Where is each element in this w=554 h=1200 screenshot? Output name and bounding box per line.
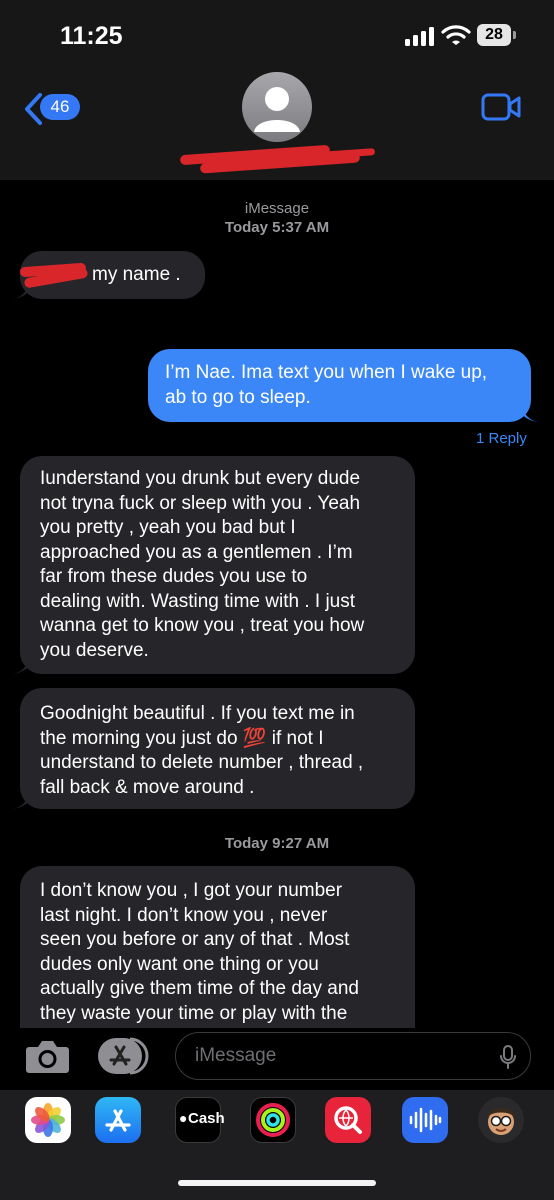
unread-count-badge[interactable]: 46 xyxy=(40,94,80,120)
message-input-placeholder: iMessage xyxy=(195,1045,277,1066)
reply-link[interactable]: 1 Reply xyxy=(476,430,527,447)
bubble-tail xyxy=(13,789,33,809)
apple-cash-icon[interactable]: ● Cash xyxy=(175,1097,225,1143)
message-line: wanna get to know you , treat you how xyxy=(40,615,365,636)
message-line: approached you as a gentlemen . I’m xyxy=(40,541,353,563)
hundred-points-emoji: 💯 xyxy=(242,727,267,749)
message-line: you deserve. xyxy=(40,639,149,661)
bubble-tail xyxy=(13,654,33,674)
search-images-icon[interactable] xyxy=(325,1097,371,1143)
memoji-icon[interactable] xyxy=(478,1097,524,1143)
message-line: understand to delete number , thread , xyxy=(40,752,364,773)
contact-name[interactable] xyxy=(179,144,380,174)
microphone-icon[interactable] xyxy=(500,1045,516,1069)
timestamp: Today 5:37 AM xyxy=(224,219,330,236)
message-line: you pretty , yeah you bad but I xyxy=(40,517,296,538)
wifi-icon xyxy=(441,25,471,45)
cellular-signal-icon xyxy=(405,27,434,46)
battery-icon: 28 xyxy=(477,24,517,46)
photos-icon[interactable] xyxy=(25,1097,71,1143)
activity-icon[interactable] xyxy=(250,1097,296,1143)
message-line: I’m Nae. Ima text you when I wake up, xyxy=(165,362,488,383)
message-line: seen you before or any of that . Most xyxy=(40,929,350,950)
apple-logo-icon: ● xyxy=(179,1110,188,1126)
redaction-mark xyxy=(19,262,90,289)
message-line: far from these dudes you use to xyxy=(40,566,308,587)
message-line: Goodnight beautiful . If you text me in xyxy=(40,703,355,724)
person-icon xyxy=(254,87,300,132)
message-line: the morning you just do 💯 if not I xyxy=(40,727,324,749)
incoming-message[interactable]: Iunderstand you drunk but every dude not… xyxy=(13,456,415,674)
apple-cash-label: Cash xyxy=(188,1110,225,1127)
status-time: 11:25 xyxy=(60,22,123,50)
battery-level: 28 xyxy=(477,24,511,46)
message-input[interactable]: iMessage xyxy=(175,1032,531,1080)
outgoing-message[interactable]: I’m Nae. Ima text you when I wake up, ab… xyxy=(148,349,538,422)
message-line: last night. I don’t know you , never xyxy=(40,904,328,926)
message-line: actually give them time of the day and xyxy=(40,978,359,999)
message-line: Iunderstand you drunk but every dude xyxy=(40,468,361,489)
timestamp: Today 9:27 AM xyxy=(224,835,330,852)
message-line: dudes only want one thing or you xyxy=(40,953,319,975)
message-clip: I don’t know you , I got your number las… xyxy=(0,866,554,1028)
home-indicator[interactable] xyxy=(178,1180,376,1186)
message-line: they waste your time or play with the xyxy=(40,1002,348,1024)
message-line: dealing with. Wasting time with . I just xyxy=(40,590,356,612)
app-store-apps-icon[interactable] xyxy=(98,1036,152,1076)
contact-avatar[interactable] xyxy=(242,72,312,142)
message-line: I don’t know you , I got your number xyxy=(40,880,343,901)
message-line: ab to go to sleep. xyxy=(165,386,311,408)
message-line: not tryna fuck or sleep with you . Yeah xyxy=(40,492,361,514)
message-text: my name . xyxy=(92,264,181,285)
incoming-message[interactable]: I don’t know you , I got your number las… xyxy=(20,866,415,1028)
video-call-icon[interactable] xyxy=(481,93,521,121)
app-store-icon[interactable] xyxy=(95,1097,141,1143)
incoming-message[interactable]: Goodnight beautiful . If you text me in … xyxy=(13,688,415,809)
bubble-tail xyxy=(518,402,538,422)
camera-icon[interactable] xyxy=(25,1038,70,1074)
message-line: fall back & move around . xyxy=(40,776,255,798)
service-label: iMessage xyxy=(244,200,310,217)
incoming-message[interactable]: my name . xyxy=(13,251,205,299)
audio-message-icon[interactable] xyxy=(402,1097,448,1143)
